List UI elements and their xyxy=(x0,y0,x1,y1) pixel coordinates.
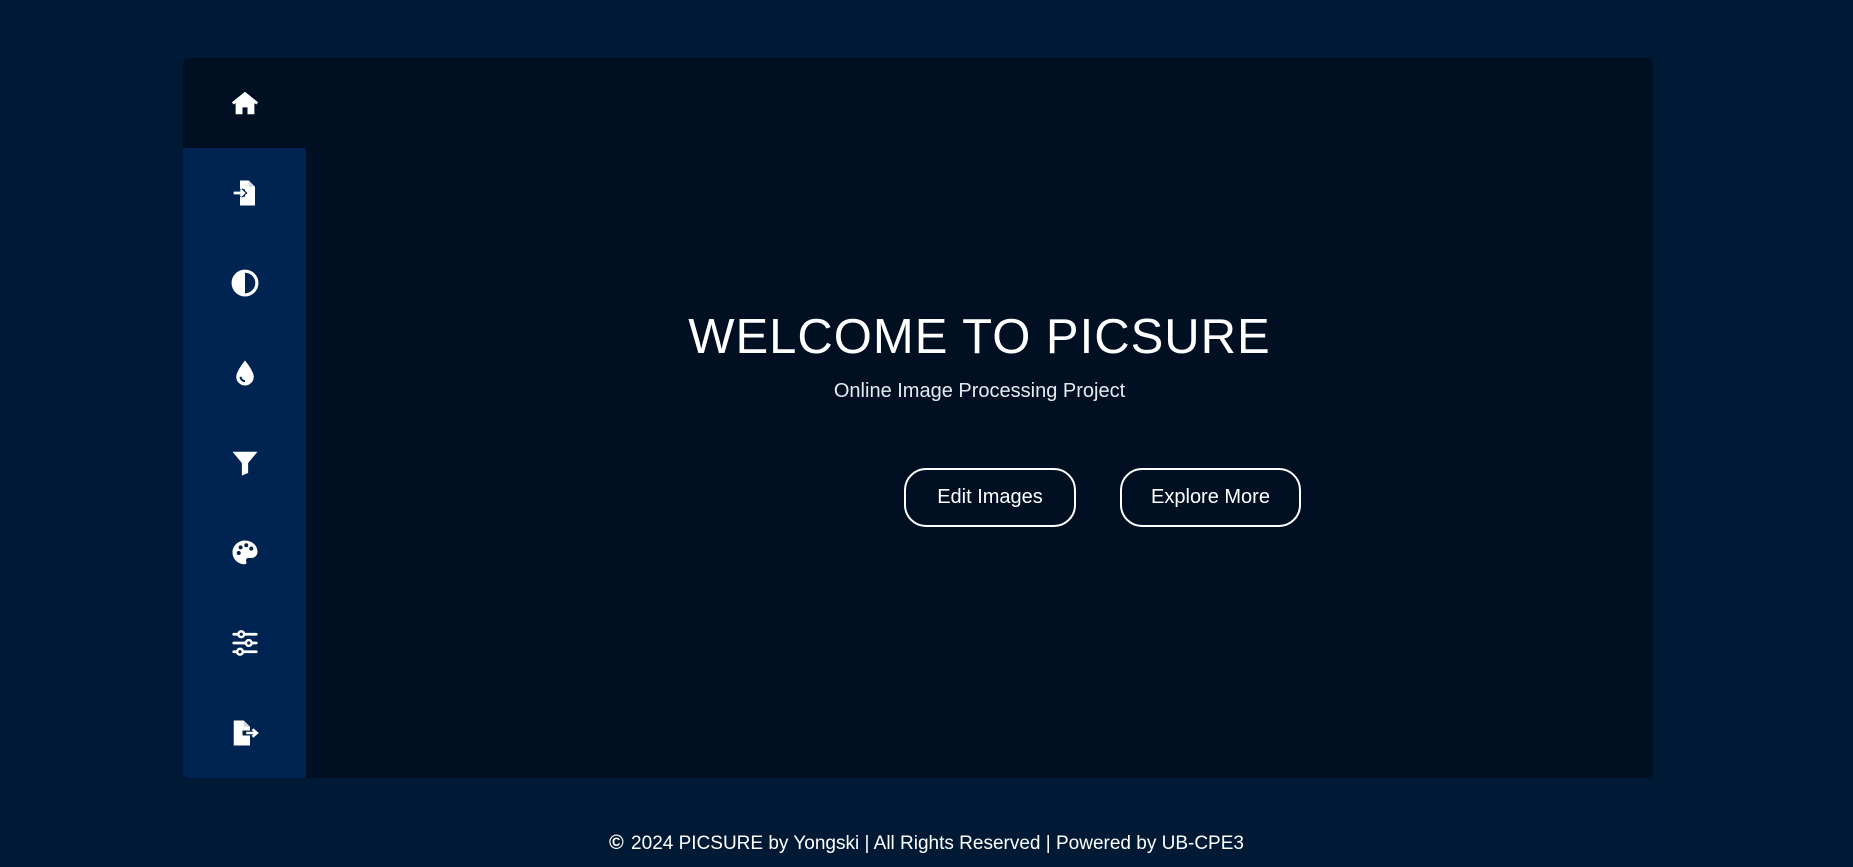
file-export-icon xyxy=(230,718,260,748)
page-subtitle: Online Image Processing Project xyxy=(833,380,1126,402)
contrast-icon xyxy=(230,268,260,298)
sidebar-item-export[interactable] xyxy=(183,688,306,778)
footer-text: 2024 PICSURE by Yongski | All Rights Res… xyxy=(625,833,1244,854)
app-panel: WELCOME TO PICSURE Online Image Processi… xyxy=(183,58,1653,778)
sidebar-item-contrast[interactable] xyxy=(183,238,306,328)
sidebar-item-filter[interactable] xyxy=(183,418,306,508)
explore-more-button[interactable]: Explore More xyxy=(1120,468,1301,527)
palette-icon xyxy=(230,538,260,568)
home-icon xyxy=(230,88,260,118)
sidebar-item-adjust[interactable] xyxy=(183,598,306,688)
page-title: WELCOME TO PICSURE xyxy=(688,310,1271,364)
sliders-icon xyxy=(230,628,260,658)
sidebar-item-droplet[interactable] xyxy=(183,328,306,418)
sidebar-item-import[interactable] xyxy=(183,148,306,238)
filter-icon xyxy=(230,448,260,478)
copyright-icon: © xyxy=(609,832,624,854)
hero-section: WELCOME TO PICSURE Online Image Processi… xyxy=(306,58,1653,778)
droplet-icon xyxy=(230,358,260,388)
edit-images-button[interactable]: Edit Images xyxy=(904,468,1076,527)
sidebar xyxy=(183,58,306,778)
file-import-icon xyxy=(230,178,260,208)
footer: © 2024 PICSURE by Yongski | All Rights R… xyxy=(0,832,1853,855)
sidebar-item-home[interactable] xyxy=(183,58,306,148)
sidebar-item-palette[interactable] xyxy=(183,508,306,598)
